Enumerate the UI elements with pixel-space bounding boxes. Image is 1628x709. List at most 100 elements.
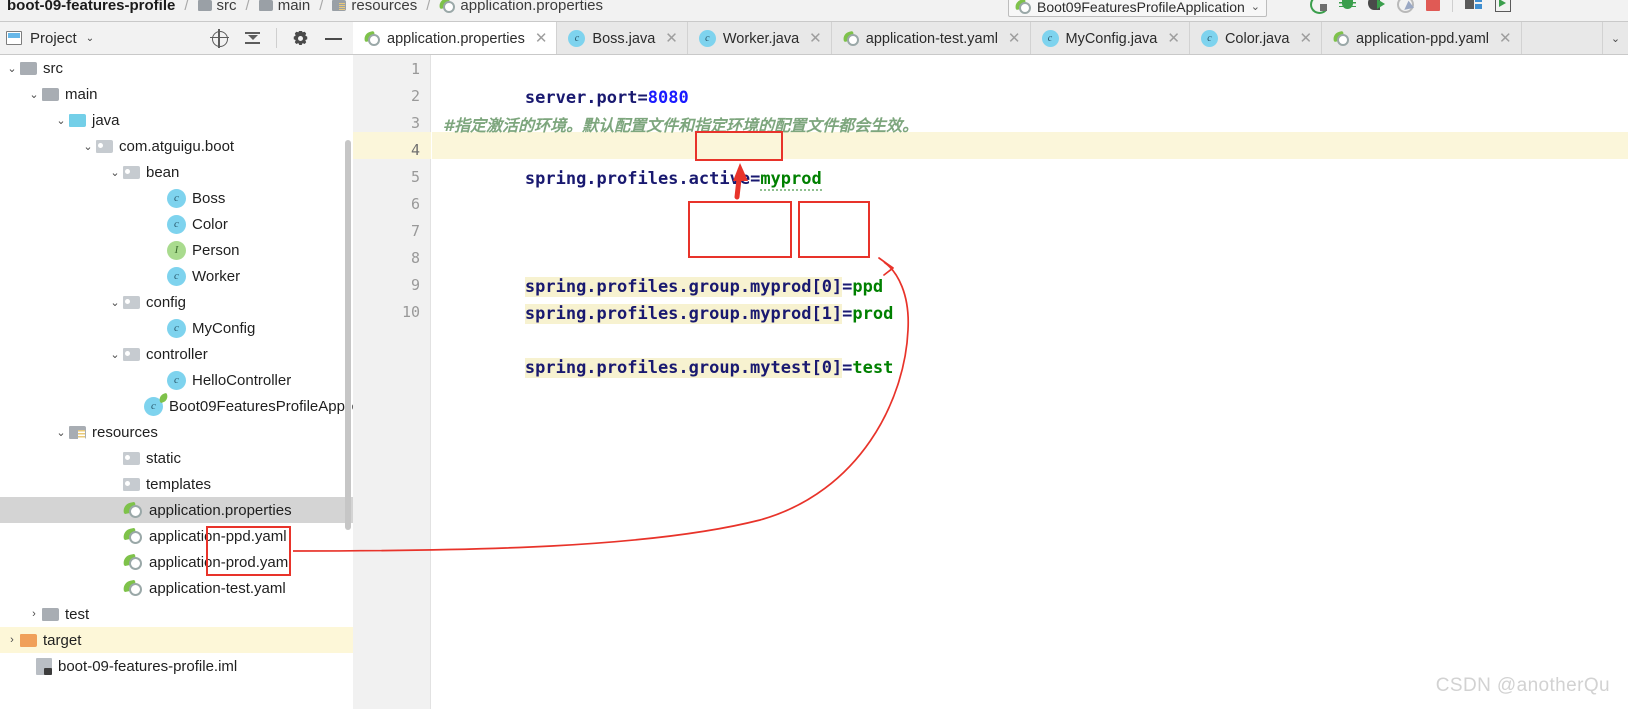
tree-node-application-prod-yaml[interactable]: · application-prod.yaml	[0, 549, 353, 575]
chevron-down-icon[interactable]: ⌄	[53, 426, 69, 439]
breadcrumb-item-file[interactable]: application.properties	[436, 0, 606, 14]
breadcrumb-item-main[interactable]: main	[256, 0, 314, 14]
layout-icon[interactable]	[1465, 0, 1482, 12]
line-number: 6	[410, 195, 420, 213]
tree-node-color[interactable]: · c Color	[0, 211, 353, 237]
run-with-coverage-icon[interactable]	[1368, 0, 1385, 12]
tree-node-application-test-yaml[interactable]: · application-test.yaml	[0, 575, 353, 601]
tree-node-resources[interactable]: ⌄ resources	[0, 419, 353, 445]
tree-node-target[interactable]: › target	[0, 627, 353, 653]
tab-worker-java[interactable]: c Worker.java ✕	[687, 22, 832, 54]
settings-gear-icon[interactable]	[291, 29, 310, 48]
class-icon: c	[167, 318, 186, 338]
close-icon[interactable]: ✕	[1299, 31, 1312, 46]
project-panel-title[interactable]: Project	[30, 30, 77, 47]
tree-node-myconfig[interactable]: · c MyConfig	[0, 315, 353, 341]
code-line-3-comment: #指定激活的环境。默认配置文件和指定环境的配置文件都会生效。	[443, 116, 919, 135]
tree-node-static[interactable]: · static	[0, 445, 353, 471]
tab-boss-java[interactable]: c Boss.java ✕	[557, 22, 688, 54]
debug-icon[interactable]	[1339, 0, 1356, 12]
tree-spacer: ·	[151, 192, 167, 204]
project-panel-header: Project ⌄	[0, 22, 353, 55]
chevron-down-icon[interactable]: ⌄	[107, 166, 123, 179]
tree-node-templates[interactable]: · templates	[0, 471, 353, 497]
tree-node-hellocontroller[interactable]: · c HelloController	[0, 367, 353, 393]
close-icon[interactable]: ✕	[1008, 31, 1021, 46]
property-value: test	[852, 358, 894, 378]
locate-icon[interactable]	[210, 28, 229, 48]
close-icon[interactable]: ✕	[809, 31, 822, 46]
run-icon[interactable]	[1310, 0, 1329, 14]
tree-node-src[interactable]: ⌄ src	[0, 55, 353, 81]
tab-color-java[interactable]: c Color.java ✕	[1189, 22, 1323, 54]
tree-node-test[interactable]: › test	[0, 601, 353, 627]
breadcrumb-item-resources[interactable]: resources	[329, 0, 420, 14]
class-icon: c	[167, 188, 186, 208]
editor-gutter[interactable]: 1 2 3 4 5 6 7 8 9 10	[353, 55, 431, 709]
code-line-7: spring.profiles.group.myprod[0]=ppd	[443, 247, 883, 297]
chevron-down-icon[interactable]: ⌄	[53, 114, 69, 127]
tree-node-iml-file[interactable]: · boot-09-features-profile.iml	[0, 653, 353, 679]
line-number: 9	[410, 276, 420, 294]
chevron-down-icon[interactable]: ⌄	[26, 88, 42, 101]
run-configuration-name: Boot09FeaturesProfileApplication	[1037, 0, 1245, 15]
close-icon[interactable]: ✕	[665, 31, 678, 46]
tree-node-label: resources	[92, 423, 158, 441]
chevron-down-icon[interactable]: ⌄	[4, 62, 20, 75]
code-text-area[interactable]: server.port=8080 #指定激活的环境。默认配置文件和指定环境的配置…	[432, 55, 1628, 709]
breadcrumb-separator: /	[184, 0, 189, 14]
tab-application-properties[interactable]: application.properties ✕	[353, 22, 558, 54]
chevron-down-icon[interactable]: ⌄	[80, 140, 96, 153]
property-value: myprod	[760, 169, 822, 191]
project-tree-scrollbar[interactable]	[345, 140, 351, 530]
tab-list-dropdown[interactable]: ⌄	[1602, 22, 1628, 54]
tree-node-controller[interactable]: ⌄ controller	[0, 341, 353, 367]
tree-node-label: config	[146, 293, 187, 311]
tree-node-person[interactable]: · I Person	[0, 237, 353, 263]
run-configuration-selector[interactable]: Boot09FeaturesProfileApplication ⌄	[1008, 0, 1268, 17]
tab-label: application-test.yaml	[865, 30, 998, 47]
project-tree[interactable]: ⌄ src ⌄ main ⌄ java ⌄ com.atguigu.boot ⌄…	[0, 55, 353, 709]
tree-node-application-properties[interactable]: · application.properties	[0, 497, 353, 523]
tab-label: Color.java	[1224, 30, 1290, 47]
chevron-right-icon[interactable]: ›	[26, 608, 42, 620]
tab-application-test-yaml[interactable]: application-test.yaml ✕	[831, 22, 1031, 54]
module-file-icon	[36, 657, 52, 675]
tree-node-boss[interactable]: · c Boss	[0, 185, 353, 211]
tree-node-com-atguigu-boot[interactable]: ⌄ com.atguigu.boot	[0, 133, 353, 159]
close-icon[interactable]: ✕	[1499, 31, 1512, 46]
tree-spacer: ·	[151, 322, 167, 334]
breadcrumb-item-src[interactable]: src	[195, 0, 240, 14]
folder-icon	[197, 0, 212, 11]
tree-node-java[interactable]: ⌄ java	[0, 107, 353, 133]
tree-node-boot09-application[interactable]: · c Boot09FeaturesProfileApplic	[0, 393, 353, 419]
tree-node-label: templates	[146, 475, 212, 493]
collapse-all-icon[interactable]	[243, 29, 262, 48]
minimize-icon[interactable]	[324, 29, 343, 48]
play-icon[interactable]	[1494, 0, 1511, 12]
profiler-icon[interactable]	[1397, 0, 1414, 13]
stop-icon[interactable]	[1426, 0, 1440, 11]
tab-myconfig-java[interactable]: c MyConfig.java ✕	[1030, 22, 1190, 54]
tree-node-worker[interactable]: · c Worker	[0, 263, 353, 289]
class-icon: c	[167, 370, 186, 390]
tree-node-application-ppd-yaml[interactable]: · application-ppd.yaml	[0, 523, 353, 549]
close-icon[interactable]: ✕	[535, 31, 548, 46]
chevron-down-icon: ⌄	[1250, 1, 1261, 13]
close-icon[interactable]: ✕	[1167, 31, 1180, 46]
tree-node-main[interactable]: ⌄ main	[0, 81, 353, 107]
run-toolbar	[1310, 0, 1511, 14]
tab-application-ppd-yaml[interactable]: application-ppd.yaml ✕	[1322, 22, 1522, 54]
code-editor[interactable]: 1 2 3 4 5 6 7 8 9 10 server.port=8080 #指…	[353, 55, 1628, 709]
chevron-down-icon[interactable]: ⌄	[86, 33, 94, 44]
breadcrumb-item-project[interactable]: boot-09-features-profile	[4, 0, 178, 14]
line-number: 4	[410, 141, 420, 159]
chevron-right-icon[interactable]: ›	[4, 634, 20, 646]
spring-properties-icon	[123, 502, 143, 518]
folder-icon	[258, 0, 273, 11]
tree-spacer: ·	[128, 400, 144, 412]
tree-node-bean[interactable]: ⌄ bean	[0, 159, 353, 185]
tree-node-config[interactable]: ⌄ config	[0, 289, 353, 315]
chevron-down-icon[interactable]: ⌄	[107, 296, 123, 309]
chevron-down-icon[interactable]: ⌄	[107, 348, 123, 361]
